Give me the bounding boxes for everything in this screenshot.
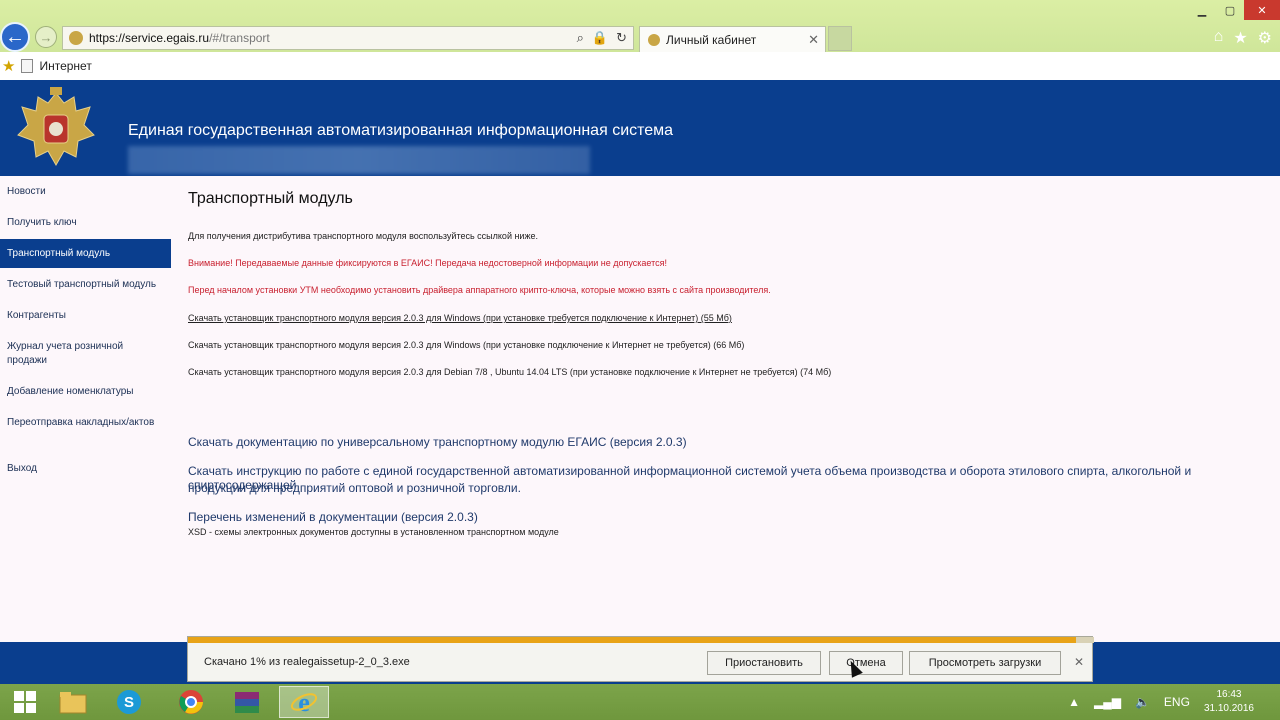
internet-explorer-icon: e — [290, 688, 318, 716]
sidebar: Новости Получить ключ Транспортный модул… — [0, 176, 171, 642]
sidebar-item-counterparties[interactable]: Контрагенты — [0, 309, 171, 323]
taskbar-skype[interactable]: S — [104, 686, 154, 718]
download-windows-online-link[interactable]: Скачать установщик транспортного модуля … — [188, 313, 732, 323]
address-bar[interactable]: https://service.egais.ru/#/transport ⌕ 🔒… — [62, 26, 634, 50]
download-linux-link[interactable]: Скачать установщик транспортного модуля … — [188, 367, 831, 377]
download-bar: Скачано 1% из realegaissetup-2_0_3.exe П… — [187, 636, 1094, 682]
sidebar-item-resend-invoices[interactable]: Переотправка накладных/актов — [0, 416, 171, 430]
taskbar-explorer[interactable] — [48, 686, 98, 718]
arrow-right-icon: → — [39, 29, 53, 45]
tab-personal-account[interactable]: Личный кабинет ✕ — [639, 26, 826, 52]
intro-text: Для получения дистрибутива транспортного… — [188, 231, 538, 241]
sidebar-item-add-nomenclature[interactable]: Добавление номенклатуры — [0, 385, 171, 399]
browser-chrome: ← → https://service.egais.ru/#/transport… — [0, 0, 1280, 80]
taskbar: S e ▲ ▂▄▆ 🔈 ENG 16:43 31.10.2016 — [0, 684, 1280, 720]
clock-time: 16:43 — [1216, 689, 1242, 700]
sidebar-item-get-key[interactable]: Получить ключ — [0, 216, 171, 230]
folder-icon — [59, 692, 87, 714]
arrow-left-icon: ← — [5, 25, 25, 48]
maximize-icon[interactable]: ▢ — [1216, 0, 1244, 20]
home-icon[interactable]: ⌂ — [1214, 28, 1224, 48]
view-downloads-button[interactable]: Просмотреть загрузки — [909, 651, 1061, 675]
gear-icon[interactable]: ⚙ — [1258, 28, 1272, 48]
show-hidden-icons-icon[interactable]: ▲ — [1068, 695, 1080, 709]
tab-title: Личный кабинет — [666, 32, 757, 47]
search-icon[interactable]: ⌕ — [577, 30, 584, 46]
close-download-bar-icon[interactable]: ✕ — [1074, 655, 1084, 669]
minimize-icon[interactable]: ▁ — [1188, 0, 1216, 20]
url-path: /#/transport — [209, 31, 270, 45]
system-tray: ▲ ▂▄▆ 🔈 ENG 16:43 31.10.2016 — [1068, 684, 1280, 720]
refresh-icon[interactable]: ↻ — [616, 30, 627, 46]
clock-date: 31.10.2016 — [1203, 703, 1254, 714]
taskbar-internet-explorer[interactable]: e — [279, 686, 329, 718]
svg-text:e: e — [298, 688, 310, 716]
url-host: https://service.egais.ru — [89, 31, 210, 45]
download-progress-fill — [188, 637, 1076, 643]
favorites-bar: ★ Интернет — [0, 52, 1280, 80]
main-content: Транспортный модуль Для получения дистри… — [171, 176, 1280, 642]
sidebar-item-retail-journal[interactable]: Журнал учета розничной продажи — [0, 340, 130, 368]
add-favorite-icon[interactable]: ★ — [2, 57, 15, 75]
lock-icon[interactable]: 🔒 — [592, 30, 608, 46]
xsd-note: XSD - схемы электронных документов досту… — [188, 527, 559, 537]
windows-logo-icon — [14, 691, 36, 713]
page-icon — [21, 59, 34, 73]
instruction-link-line2[interactable]: продукции для предприятий оптовой и розн… — [188, 481, 521, 495]
changes-link[interactable]: Перечень изменений в документации (верси… — [188, 510, 478, 524]
clock[interactable]: 16:43 31.10.2016 — [1204, 688, 1254, 716]
new-tab-button[interactable] — [828, 26, 852, 51]
site-title: Единая государственная автоматизированна… — [128, 122, 674, 139]
pause-button[interactable]: Приостановить — [707, 651, 821, 675]
svg-text:S: S — [124, 694, 134, 711]
favorites-star-icon[interactable]: ★ — [1233, 28, 1247, 48]
archive-icon — [235, 692, 259, 713]
blurred-region — [128, 146, 590, 174]
close-window-icon[interactable]: ✕ — [1244, 0, 1280, 20]
download-progress-track — [188, 637, 1094, 643]
browser-tool-icons: ⌂ ★ ⚙ — [1214, 28, 1272, 48]
driver-warning-text: Перед началом установки УТМ необходимо у… — [188, 285, 771, 295]
back-button[interactable]: ← — [0, 22, 30, 52]
sidebar-item-news[interactable]: Новости — [0, 185, 171, 199]
download-status: Скачано 1% из realegaissetup-2_0_3.exe — [204, 656, 410, 668]
network-icon[interactable]: ▂▄▆ — [1094, 695, 1121, 709]
volume-icon[interactable]: 🔈 — [1135, 695, 1150, 709]
skype-icon: S — [117, 690, 141, 714]
tab-favicon — [648, 33, 660, 46]
taskbar-winrar[interactable] — [222, 686, 272, 718]
forward-button[interactable]: → — [35, 26, 57, 48]
download-windows-offline-link[interactable]: Скачать установщик транспортного модуля … — [188, 340, 744, 350]
window-controls: ▁ ▢ ✕ — [1188, 0, 1280, 20]
language-indicator[interactable]: ENG — [1164, 695, 1190, 709]
taskbar-chrome[interactable] — [166, 686, 216, 718]
documentation-link[interactable]: Скачать документацию по универсальному т… — [188, 435, 687, 449]
cancel-button[interactable]: Отмена — [829, 651, 903, 675]
favorites-internet-link[interactable]: Интернет — [39, 59, 91, 73]
start-button[interactable] — [0, 686, 50, 718]
emblem-icon — [17, 87, 95, 167]
close-tab-icon[interactable]: ✕ — [808, 32, 819, 48]
chrome-icon — [179, 690, 203, 714]
sidebar-item-transport-module[interactable]: Транспортный модуль — [0, 239, 171, 268]
sidebar-item-logout[interactable]: Выход — [0, 462, 171, 476]
page-title: Транспортный модуль — [188, 190, 353, 207]
warning-text: Внимание! Передаваемые данные фиксируютс… — [188, 258, 668, 268]
site-favicon — [69, 31, 83, 45]
sidebar-item-test-transport-module[interactable]: Тестовый транспортный модуль — [0, 278, 171, 292]
